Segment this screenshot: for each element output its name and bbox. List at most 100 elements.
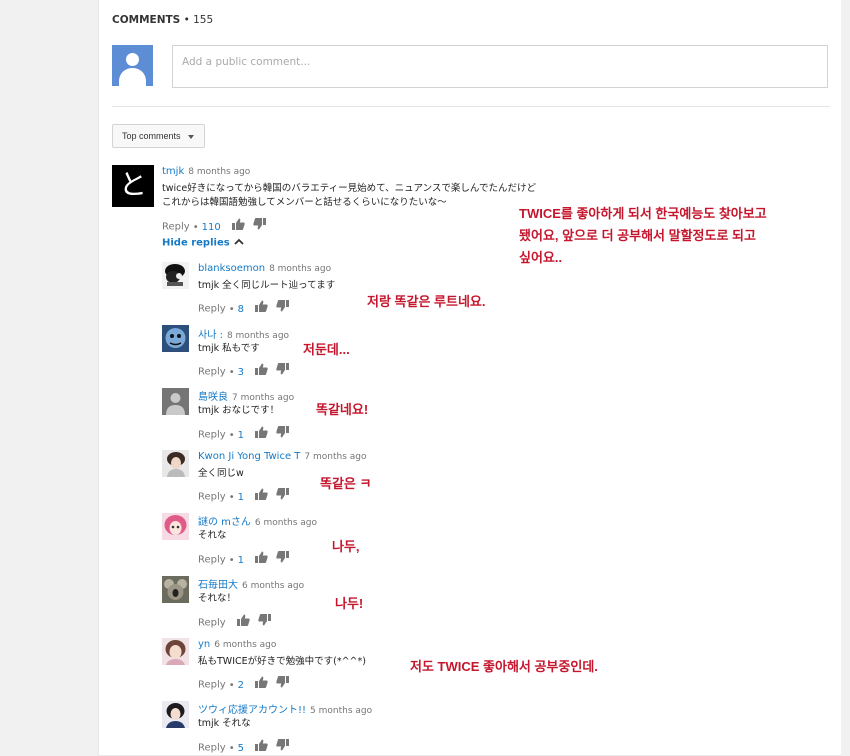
reply-timestamp[interactable]: 7 months ago (304, 452, 366, 462)
reply-actions: Reply • 5 (198, 739, 297, 756)
sort-dropdown[interactable]: Top comments (112, 124, 205, 148)
translation-annotation: 저랑 똑같은 루트네요. (367, 294, 486, 309)
thumbs-up-icon[interactable] (255, 300, 268, 317)
thumbs-up-icon[interactable] (255, 739, 268, 756)
reply-text: 私もTWICEが好きで勉強中です(*^^*) (198, 656, 366, 667)
reply-avatar[interactable] (162, 513, 189, 540)
like-count: 8 (237, 303, 244, 315)
reply-button[interactable]: Reply (198, 680, 226, 691)
reply-actions: Reply • 3 (198, 363, 297, 380)
reply-timestamp[interactable]: 6 months ago (255, 518, 317, 528)
comments-separator: • (183, 14, 190, 26)
reply-avatar[interactable] (162, 638, 189, 665)
reply-author[interactable]: 石毎田大 (198, 580, 238, 591)
reply-author[interactable]: yn (198, 639, 210, 650)
reply-button[interactable]: Reply (198, 304, 226, 315)
reply-meta: 石毎田大 6 months ago (198, 576, 304, 591)
caret-down-icon (188, 135, 194, 139)
reply-avatar[interactable] (162, 701, 189, 728)
comment-timestamp[interactable]: 8 months ago (188, 167, 250, 177)
reply-button[interactable]: Reply (198, 555, 226, 566)
reply-actions: Reply • 1 (198, 551, 297, 568)
reply-avatar[interactable] (162, 576, 189, 603)
thumbs-down-icon[interactable] (253, 218, 266, 235)
like-count: 3 (237, 366, 244, 378)
comment-line: これからは韓国語勉強してメンバーと話せるくらいになりたいな～ (162, 197, 447, 208)
reply-actions: Reply • 1 (198, 488, 297, 505)
reply-button[interactable]: Reply (162, 222, 190, 233)
comment-actions: Reply • 110 (162, 218, 274, 235)
reply-author[interactable]: ツウィ応援アカウント!! (198, 705, 306, 716)
thumbs-down-icon[interactable] (276, 739, 290, 756)
reply-author[interactable]: Kwon Ji Yong Twice T (198, 451, 300, 462)
annotation-line: 됐어요, 앞으로 더 공부해서 말할정도로 되고 (519, 228, 756, 243)
reply-timestamp[interactable]: 5 months ago (310, 706, 372, 716)
reply-author[interactable]: 島咲良 (198, 392, 228, 403)
reply-text: tmjk それな (198, 718, 251, 729)
reply-timestamp[interactable]: 6 months ago (242, 581, 304, 591)
reply-avatar[interactable] (162, 325, 189, 352)
reply-meta: 사나 : 8 months ago (198, 326, 289, 341)
hide-replies-label: Hide replies (162, 237, 230, 249)
thumbs-up-icon[interactable] (255, 426, 268, 443)
reply-actions: Reply • 2 (198, 676, 297, 693)
thumbs-up-icon[interactable] (231, 218, 245, 235)
reply-avatar[interactable] (162, 450, 189, 477)
thumbs-down-icon[interactable] (276, 488, 290, 505)
reply-button[interactable]: Reply (198, 743, 226, 754)
like-count: 1 (237, 554, 244, 566)
reply-button[interactable]: Reply (198, 492, 226, 503)
reply-text: それな (198, 530, 227, 541)
reply-timestamp[interactable]: 8 months ago (227, 331, 289, 341)
comments-label: COMMENTS (112, 14, 181, 26)
reply-meta: yn 6 months ago (198, 639, 276, 650)
chevron-up-icon (234, 237, 244, 248)
reply-button[interactable]: Reply (198, 367, 226, 378)
thumbs-down-icon[interactable] (276, 426, 290, 443)
thumbs-up-icon[interactable] (255, 488, 268, 505)
reply-meta: 謎の mさん 6 months ago (198, 513, 317, 528)
reply-text: 全く同じw (198, 468, 244, 479)
thumbs-up-icon[interactable] (255, 676, 268, 693)
comment-author[interactable]: tmjk (162, 166, 184, 177)
reply-meta: blanksoemon 8 months ago (198, 263, 331, 274)
thumbs-down-icon[interactable] (276, 551, 290, 568)
reply-text: それな！ (198, 593, 237, 604)
sort-label: Top comments (122, 131, 181, 141)
reply-button[interactable]: Reply (198, 430, 226, 441)
reply-author[interactable]: 謎の mさん (198, 517, 251, 528)
translation-annotation: 나두, (332, 539, 360, 554)
comments-count: 155 (193, 14, 214, 26)
comment-meta: tmjk 8 months ago (162, 166, 250, 177)
commenter-avatar[interactable]: と (112, 165, 154, 207)
like-count: 5 (237, 742, 244, 754)
reply-author[interactable]: 사나 : (198, 330, 223, 341)
thumbs-up-icon[interactable] (255, 551, 268, 568)
reply-author[interactable]: blanksoemon (198, 263, 265, 274)
reply-avatar[interactable] (162, 262, 189, 289)
thumbs-up-icon[interactable] (236, 614, 250, 631)
reply-text: tmjk 私もです (198, 343, 260, 354)
reply-timestamp[interactable]: 8 months ago (269, 264, 331, 274)
reply-timestamp[interactable]: 7 months ago (232, 393, 294, 403)
annotation-line: 싶어요.. (519, 250, 563, 265)
thumbs-down-icon[interactable] (276, 363, 290, 380)
thumbs-up-icon[interactable] (255, 363, 268, 380)
annotation-line: TWICE를 좋아하게 되서 한국예능도 찾아보고 (519, 206, 767, 221)
divider (112, 106, 830, 107)
like-count: 110 (201, 221, 221, 233)
translation-annotation: 똑같은 ㅋ (320, 476, 372, 491)
thumbs-down-icon[interactable] (276, 300, 290, 317)
reply-timestamp[interactable]: 6 months ago (214, 640, 276, 650)
add-comment-input[interactable] (173, 46, 827, 87)
comments-panel: COMMENTS • 155 Top comments と tmjk 8 mont… (99, 0, 841, 755)
thumbs-down-icon[interactable] (258, 614, 271, 631)
reply-actions: Reply • 1 (198, 426, 297, 443)
translation-annotation: 나두! (335, 596, 364, 611)
add-comment-box[interactable] (172, 45, 828, 88)
hide-replies-button[interactable]: Hide replies (162, 237, 244, 249)
reply-avatar[interactable] (162, 388, 189, 415)
thumbs-down-icon[interactable] (276, 676, 290, 693)
like-count: 1 (237, 429, 244, 441)
reply-button[interactable]: Reply (198, 618, 226, 629)
